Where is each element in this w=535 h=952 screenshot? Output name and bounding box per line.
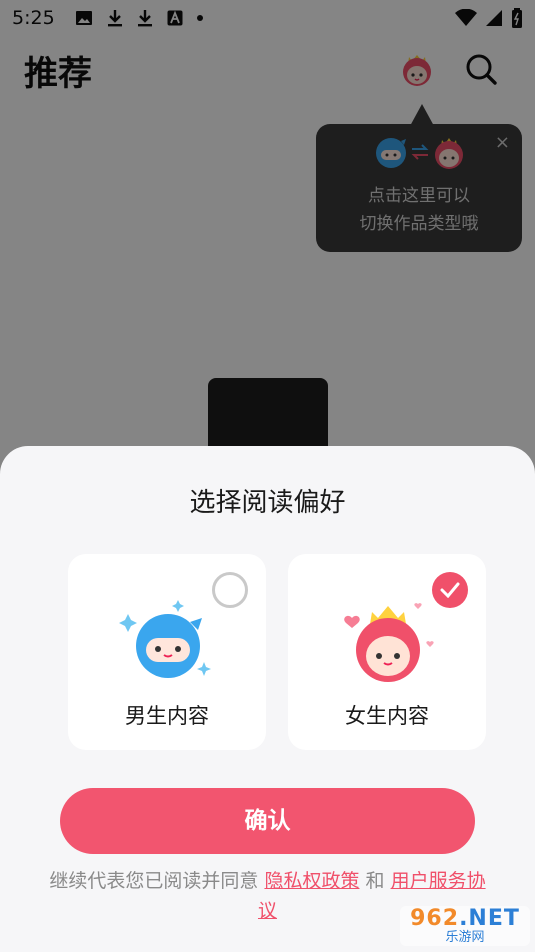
watermark-brand: 962.NET — [410, 905, 520, 931]
male-avatar-icon — [119, 600, 211, 678]
watermark-sub: 乐游网 — [445, 929, 485, 945]
watermark-brand-a: 962 — [410, 905, 460, 931]
sheet-title: 选择阅读偏好 — [189, 488, 346, 518]
privacy-policy-link[interactable]: 隐私权政策 — [264, 870, 359, 892]
watermark-brand-b: .NET — [459, 905, 520, 931]
watermark-logo: 962.NET 乐游网 — [400, 906, 530, 946]
option-label: 男生内容 — [125, 704, 209, 728]
option-label: 女生内容 — [345, 704, 429, 728]
agreement-prefix: 继续代表您已阅读并同意 — [49, 870, 265, 892]
reading-preference-sheet: 选择阅读偏好 男生内容 女生内容 确认 继续代表您已阅读并同意 隐私权政策 和 … — [0, 446, 535, 952]
option-female-content[interactable]: 女生内容 — [288, 554, 486, 750]
confirm-button[interactable]: 确认 — [60, 788, 475, 854]
option-male-content[interactable]: 男生内容 — [68, 554, 266, 750]
female-avatar-icon — [344, 603, 434, 682]
agreement-and: 和 — [359, 870, 391, 892]
checkmark-icon — [440, 582, 460, 598]
